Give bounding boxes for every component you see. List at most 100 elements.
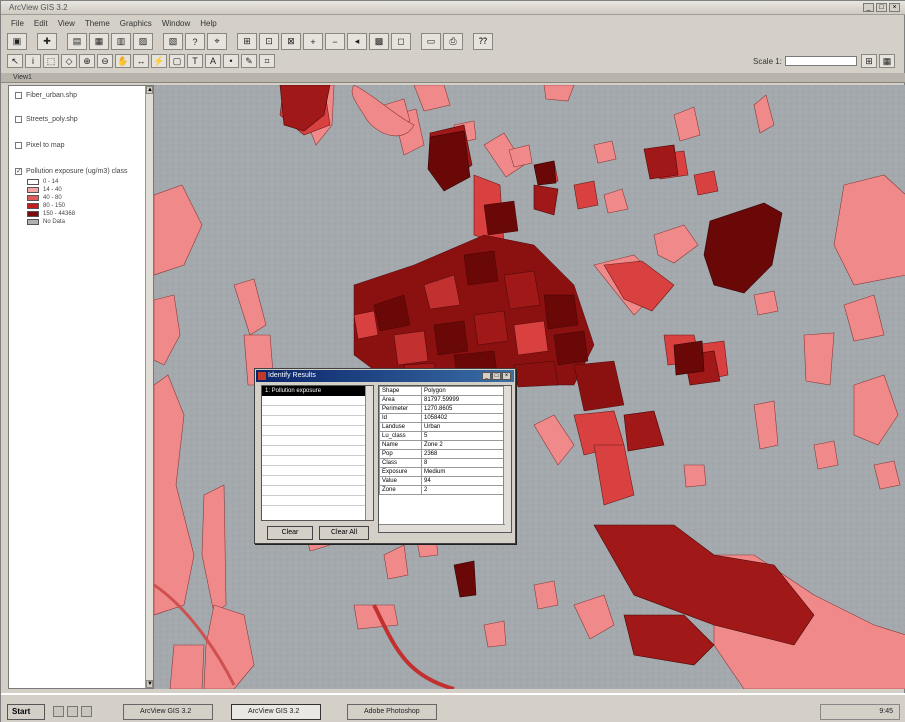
task-button-active[interactable]: ArcView GIS 3.2 [231,704,321,720]
list-item-selected[interactable]: 1: Pollution exposure [262,386,373,396]
table-icon[interactable]: ▥ [111,33,131,50]
table-row: Exposure Medium [379,467,504,477]
toc-item-active[interactable]: ✓ Pollution exposure (ug/m3) class [15,168,128,175]
identify-icon[interactable]: i [25,54,41,68]
attribute-grid: Shape Polygon Area 81797.59999 Perimeter 12… [378,385,512,533]
theme-properties-icon[interactable]: ▤ [67,33,87,50]
menu-edit[interactable]: Edit [34,19,48,31]
chart-icon[interactable]: ▨ [133,33,153,50]
locate-icon[interactable]: ⌖ [207,33,227,50]
mail-icon[interactable] [81,706,92,717]
toc-checkbox-checked[interactable]: ✓ [15,168,22,175]
scale-input[interactable] [784,56,857,66]
vertex-edit-icon[interactable]: ◇ [61,54,77,68]
window-title: ArcView GIS 3.2 [9,3,68,12]
table-row: Zone 2 [379,485,504,495]
menu-graphics[interactable]: Graphics [120,19,152,31]
system-tray: 9:45 [820,704,900,720]
list-scrollbar[interactable] [365,386,373,520]
minimize-icon[interactable]: _ [482,372,491,380]
menu-help[interactable]: Help [200,19,216,31]
toc-scrollbar[interactable]: ▲ ▼ [145,86,153,688]
label-icon[interactable]: T [187,54,203,68]
pan-icon[interactable]: ✋ [115,54,131,68]
clear-all-button[interactable]: Clear All [319,526,369,540]
hotlink-icon[interactable]: ⚡ [151,54,167,68]
legend-row: No Data [27,218,75,226]
select-feature-icon[interactable]: ▧ [163,33,183,50]
table-row: Name Zone 2 [379,440,504,450]
view-title: View1 [13,74,32,81]
query-icon[interactable]: ? [185,33,205,50]
toc-item[interactable]: Streets_poly.shp [15,116,78,123]
select-by-theme-icon[interactable]: ▩ [369,33,389,50]
maximize-button[interactable]: □ [876,3,887,12]
zoom-in-icon[interactable]: + [303,33,323,50]
select-icon[interactable]: ⬚ [43,54,59,68]
legend-row: 14 - 40 [27,186,75,194]
pointer-icon[interactable]: ↖ [7,54,23,68]
menu-file[interactable]: File [11,19,24,31]
clear-button[interactable]: Clear [267,526,313,540]
desktop-icon[interactable] [53,706,64,717]
zoom-in-tool-icon[interactable]: ⊕ [79,54,95,68]
zoom-active-icon[interactable]: ⊡ [259,33,279,50]
extent-icon[interactable]: ⊞ [861,54,877,68]
legend-label: No Data [43,219,66,225]
start-button[interactable]: Start [7,704,45,720]
close-icon[interactable]: × [502,372,511,380]
zoom-full-icon[interactable]: ⊞ [237,33,257,50]
toc-checkbox[interactable] [15,142,22,149]
layout-icon[interactable]: ▭ [421,33,441,50]
help-icon[interactable]: ⁇ [473,33,493,50]
view-extent-tools: ⊞ ▦ [861,54,895,68]
draw-icon[interactable]: ✎ [241,54,257,68]
clock: 9:45 [879,708,893,715]
minimize-button[interactable]: _ [863,3,874,12]
menu-theme[interactable]: Theme [85,19,110,31]
legend-swatch [27,203,39,209]
identify-feature-list[interactable]: 1: Pollution exposure [261,385,374,521]
legend-label: 40 - 80 [43,195,62,201]
legend-editor-icon[interactable]: ▦ [89,33,109,50]
menu-window[interactable]: Window [162,19,190,31]
print-icon[interactable]: ⎙ [443,33,463,50]
grid-horizontal-scrollbar[interactable] [379,524,505,532]
close-button[interactable]: × [889,3,900,12]
zoom-out-tool-icon[interactable]: ⊖ [97,54,113,68]
toc-checkbox[interactable] [15,116,22,123]
measure-icon[interactable]: ↔ [133,54,149,68]
table-of-contents: Fiber_urban.shp Streets_poly.shp Pixel t… [8,85,154,689]
zoom-previous-icon[interactable]: ◂ [347,33,367,50]
task-button[interactable]: Adobe Photoshop [347,704,437,720]
toc-item[interactable]: Fiber_urban.shp [15,92,77,99]
toc-label: Streets_poly.shp [26,116,78,123]
menu-view[interactable]: View [58,19,75,31]
grid-vertical-scrollbar[interactable] [503,386,511,532]
maximize-icon[interactable]: □ [492,372,501,380]
title-bar: ArcView GIS 3.2 _ □ × [1,1,905,15]
table-row: Lu_class 5 [379,431,504,441]
scroll-up-icon[interactable]: ▲ [146,86,153,94]
dialog-title-bar[interactable]: Identify Results _ □ × [256,370,514,382]
browser-icon[interactable] [67,706,78,717]
pointer2-icon[interactable]: • [223,54,239,68]
text-icon[interactable]: A [205,54,221,68]
toc-checkbox[interactable] [15,92,22,99]
zoom-selected-icon[interactable]: ⊠ [281,33,301,50]
legend-swatch [27,211,39,217]
toc-label: Pixel to map [26,142,65,149]
zoom-out-icon[interactable]: − [325,33,345,50]
scroll-down-icon[interactable]: ▼ [146,680,153,688]
toc-item[interactable]: Pixel to map [15,142,65,149]
dialog-title: Identify Results [268,372,316,379]
save-icon[interactable]: ▣ [7,33,27,50]
clear-selection-icon[interactable]: ◻ [391,33,411,50]
grid-icon[interactable]: ▦ [879,54,895,68]
add-theme-icon[interactable]: ✚ [37,33,57,50]
area-of-interest-icon[interactable]: ▢ [169,54,185,68]
table-row: Perimeter 1270.8605 [379,404,504,414]
task-button[interactable]: ArcView GIS 3.2 [123,704,213,720]
legend-swatch [27,179,39,185]
snap-icon[interactable]: ⌗ [259,54,275,68]
